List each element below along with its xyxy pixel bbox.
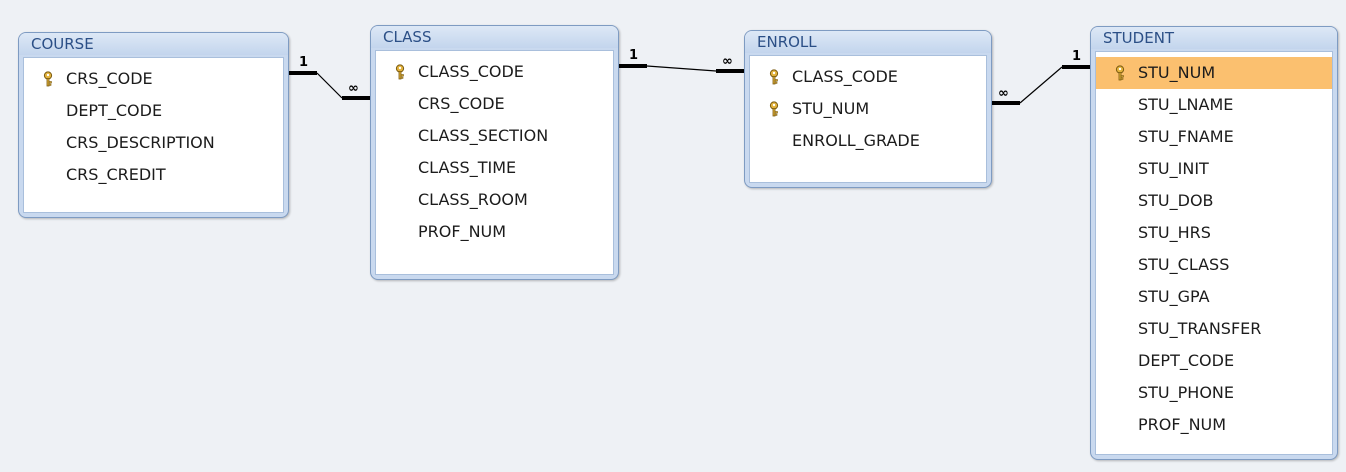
field-row[interactable]: STU_NUM (1096, 57, 1332, 89)
field-row[interactable]: STU_TRANSFER (1096, 313, 1332, 345)
field-name: DEPT_CODE (66, 101, 163, 120)
table-student[interactable]: STUDENT STU_NUM STU_LNAME STU_FNAME STU_INIT… (1090, 26, 1338, 460)
field-row[interactable]: STU_DOB (1096, 185, 1332, 217)
field-row[interactable]: DEPT_CODE (1096, 345, 1332, 377)
field-name: STU_LNAME (1138, 95, 1234, 114)
field-name: STU_FNAME (1138, 127, 1234, 146)
relationship-line (646, 65, 717, 72)
cardinality-one-label: 1 (629, 48, 638, 63)
field-list[interactable]: CLASS_CODE CRS_CODE CLASS_SECTION CLASS_TIM… (375, 50, 614, 275)
field-row[interactable]: STU_NUM (750, 93, 986, 125)
table-course[interactable]: COURSE CRS_CODE DEPT_CODE CRS_DESCRIPTION CR… (18, 32, 289, 218)
primary-key-icon (769, 69, 779, 85)
field-row[interactable]: CLASS_TIME (376, 152, 613, 184)
field-name: CLASS_ROOM (418, 190, 528, 209)
relationship-line (316, 72, 343, 99)
table-enroll[interactable]: ENROLL CLASS_CODE STU_NUM ENROLL_GRADE (744, 30, 992, 188)
field-row[interactable]: ENROLL_GRADE (750, 125, 986, 157)
field-list[interactable]: STU_NUM STU_LNAME STU_FNAME STU_INIT STU_DOB… (1095, 51, 1333, 455)
field-row[interactable]: PROF_NUM (1096, 409, 1332, 441)
field-row[interactable]: STU_CLASS (1096, 249, 1332, 281)
relationship-line (1019, 66, 1063, 104)
field-row[interactable]: CLASS_CODE (750, 61, 986, 93)
field-row[interactable]: CRS_CODE (24, 63, 283, 95)
field-name: STU_CLASS (1138, 255, 1230, 274)
field-name: CLASS_CODE (792, 67, 898, 86)
field-name: CRS_CODE (418, 94, 505, 113)
primary-key-icon (1115, 65, 1125, 81)
field-row[interactable]: CLASS_ROOM (376, 184, 613, 216)
field-name: PROF_NUM (1138, 415, 1227, 434)
field-list[interactable]: CRS_CODE DEPT_CODE CRS_DESCRIPTION CRS_CRED… (23, 57, 284, 213)
cardinality-many-label: ∞ (722, 54, 733, 69)
cardinality-one-label: 1 (299, 55, 308, 70)
field-name: CRS_DESCRIPTION (66, 133, 215, 152)
field-name: ENROLL_GRADE (792, 131, 920, 150)
field-row[interactable]: CRS_DESCRIPTION (24, 127, 283, 159)
field-row[interactable]: PROF_NUM (376, 216, 613, 248)
field-name: CLASS_CODE (418, 62, 524, 81)
field-name: STU_DOB (1138, 191, 1214, 210)
field-row[interactable]: CLASS_CODE (376, 56, 613, 88)
field-name: PROF_NUM (418, 222, 507, 241)
field-name: CRS_CREDIT (66, 165, 166, 184)
field-row[interactable]: STU_FNAME (1096, 121, 1332, 153)
field-name: DEPT_CODE (1138, 351, 1235, 370)
primary-key-icon (395, 64, 405, 80)
table-title[interactable]: COURSE (19, 33, 288, 55)
field-row[interactable]: CRS_CODE (376, 88, 613, 120)
cardinality-many-label: ∞ (998, 86, 1009, 101)
field-name: STU_GPA (1138, 287, 1210, 306)
field-name: CLASS_SECTION (418, 126, 549, 145)
field-row[interactable]: STU_PHONE (1096, 377, 1332, 409)
table-title[interactable]: CLASS (371, 26, 618, 48)
field-row[interactable]: DEPT_CODE (24, 95, 283, 127)
field-row[interactable]: CLASS_SECTION (376, 120, 613, 152)
field-name: STU_TRANSFER (1138, 319, 1262, 338)
field-name: STU_PHONE (1138, 383, 1234, 402)
field-row[interactable]: STU_INIT (1096, 153, 1332, 185)
field-name: STU_INIT (1138, 159, 1209, 178)
table-class[interactable]: CLASS CLASS_CODE CRS_CODE CLASS_SECTION CLAS… (370, 25, 619, 280)
cardinality-one-label: 1 (1072, 49, 1081, 64)
table-title[interactable]: STUDENT (1091, 27, 1337, 49)
field-row[interactable]: STU_GPA (1096, 281, 1332, 313)
cardinality-many-label: ∞ (348, 81, 359, 96)
relationships-canvas: 1 ∞ 1 ∞ 1 ∞ COURSE CRS_CODE DEPT_CODE CRS_DESCRI… (0, 0, 1346, 472)
field-name: STU_NUM (1138, 63, 1216, 82)
primary-key-icon (43, 71, 53, 87)
field-row[interactable]: STU_HRS (1096, 217, 1332, 249)
field-list[interactable]: CLASS_CODE STU_NUM ENROLL_GRADE (749, 55, 987, 183)
primary-key-icon (769, 101, 779, 117)
field-row[interactable]: CRS_CREDIT (24, 159, 283, 191)
field-row[interactable]: STU_LNAME (1096, 89, 1332, 121)
field-name: CLASS_TIME (418, 158, 517, 177)
field-name: STU_NUM (792, 99, 870, 118)
table-title[interactable]: ENROLL (745, 31, 991, 53)
field-name: CRS_CODE (66, 69, 153, 88)
field-name: STU_HRS (1138, 223, 1211, 242)
